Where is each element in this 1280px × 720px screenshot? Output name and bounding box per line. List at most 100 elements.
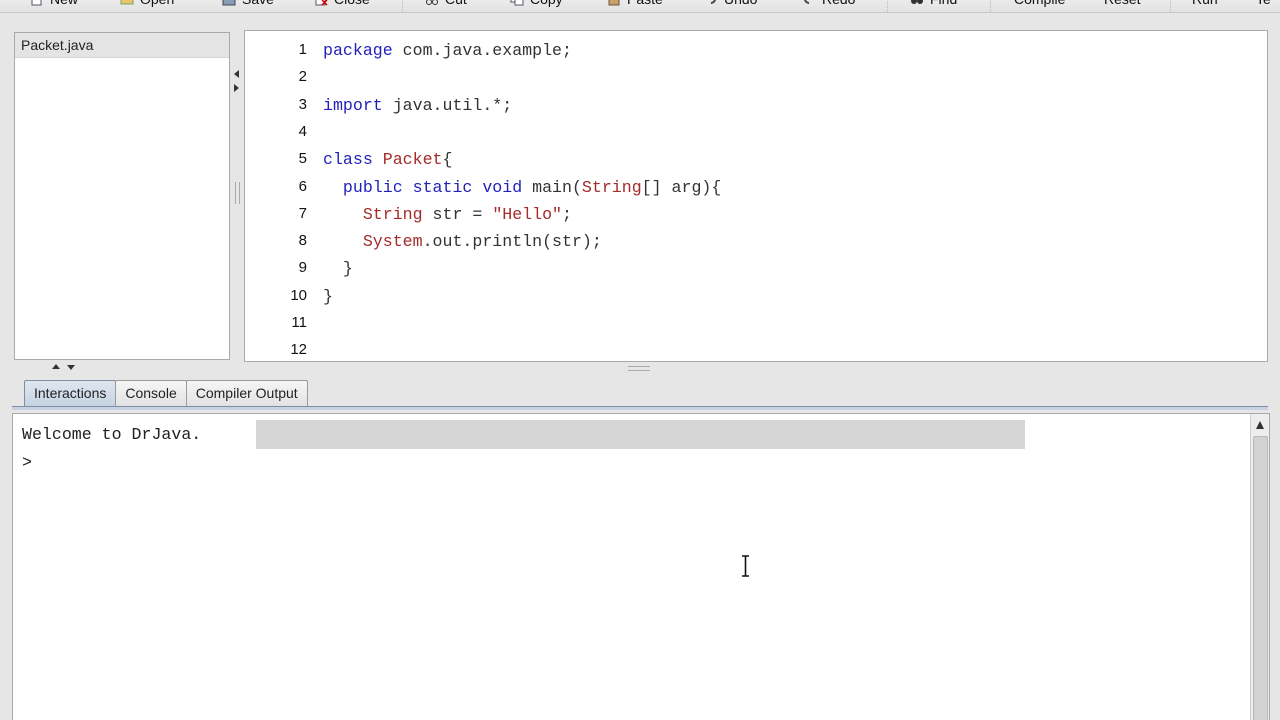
code-token: { <box>442 150 453 170</box>
code-line[interactable]: System.out.println(str); <box>323 231 602 253</box>
toolbar-button-label: Run <box>1192 0 1218 7</box>
toolbar-button-label: Save <box>242 0 274 7</box>
scroll-up-arrow-icon[interactable] <box>1256 421 1264 429</box>
code-editor[interactable]: 1 2 3 4 5 6 7 8 9 10 11 12 package com.java.example… <box>244 30 1268 362</box>
expand-right-arrow-icon[interactable] <box>234 84 239 92</box>
toolbar-new-button[interactable]: New <box>30 0 78 10</box>
code-line[interactable]: } <box>323 286 333 308</box>
paste-icon <box>607 0 621 6</box>
code-token: class <box>323 150 373 170</box>
redo-icon <box>802 0 816 6</box>
toolbar-button-label: Cut <box>445 0 467 7</box>
file-item-packet-java[interactable]: Packet.java <box>15 33 229 58</box>
toolbar-button-label: New <box>50 0 78 7</box>
line-number: 2 <box>298 68 307 86</box>
interactions-scrollbar[interactable] <box>1250 414 1269 720</box>
toolbar-run-button[interactable]: Run <box>1192 0 1218 10</box>
line-number: 7 <box>298 204 307 222</box>
tab-interactions[interactable]: Interactions <box>24 380 117 406</box>
toolbar-undo-button[interactable]: Undo <box>704 0 757 10</box>
vertical-split-divider[interactable] <box>229 32 243 360</box>
horizontal-split-divider[interactable] <box>0 361 1280 377</box>
code-line[interactable]: } <box>323 258 353 280</box>
code-area[interactable]: package com.java.example; import java.uti… <box>323 31 1267 361</box>
code-token: import <box>323 95 383 115</box>
welcome-message: Welcome to DrJava. <box>22 425 202 444</box>
code-line[interactable]: public static void main(String[] arg){ <box>323 177 721 199</box>
code-line[interactable]: String str = "Hello"; <box>323 204 572 226</box>
toolbar: New Open Save Close Cut Copy Paste Undo Redo Find… <box>0 0 1280 13</box>
code-token: java.util.*; <box>382 95 513 115</box>
line-number-gutter: 1 2 3 4 5 6 7 8 9 10 11 12 <box>245 31 313 361</box>
code-token: System <box>362 232 423 252</box>
expand-down-arrow-icon[interactable] <box>67 365 75 370</box>
toolbar-separator <box>402 0 403 12</box>
line-number: 5 <box>298 150 307 168</box>
code-token: [] arg){ <box>641 177 722 197</box>
repl-prompt[interactable]: > <box>22 451 32 475</box>
toolbar-button-label: Reset <box>1104 0 1141 7</box>
toolbar-button-label: Paste <box>627 0 663 7</box>
toolbar-separator <box>990 0 991 12</box>
line-number: 9 <box>298 259 307 277</box>
line-number: 8 <box>298 232 307 250</box>
text-cursor-icon <box>742 555 749 577</box>
toolbar-reset-button[interactable]: Reset <box>1104 0 1141 10</box>
toolbar-te-button[interactable]: Te <box>1256 0 1271 10</box>
collapse-up-arrow-icon[interactable] <box>52 364 60 369</box>
copy-icon <box>510 0 524 6</box>
toolbar-close-button[interactable]: Close <box>314 0 370 10</box>
line-number: 10 <box>290 286 307 304</box>
close-file-icon <box>314 0 328 6</box>
toolbar-paste-button[interactable]: Paste <box>607 0 663 10</box>
interactions-pane[interactable]: Welcome to DrJava. > <box>12 413 1270 720</box>
toolbar-button-label: Redo <box>822 0 855 7</box>
scissors-icon <box>425 0 439 6</box>
toolbar-button-label: Compile <box>1014 0 1065 7</box>
binoculars-icon <box>910 0 924 6</box>
toolbar-cut-button[interactable]: Cut <box>425 0 467 10</box>
toolbar-button-label: Find <box>930 0 957 7</box>
code-token: main( <box>522 177 582 197</box>
code-token: "Hello" <box>492 204 563 224</box>
toolbar-find-button[interactable]: Find <box>910 0 957 10</box>
code-token: public static void <box>342 177 523 197</box>
toolbar-open-button[interactable]: Open <box>120 0 174 10</box>
toolbar-separator <box>1170 0 1171 12</box>
line-number: 6 <box>298 177 307 195</box>
toolbar-save-button[interactable]: Save <box>222 0 274 10</box>
toolbar-redo-button[interactable]: Redo <box>802 0 855 10</box>
collapse-left-arrow-icon[interactable] <box>234 70 239 78</box>
open-folder-icon <box>120 0 134 6</box>
toolbar-button-label: Undo <box>724 0 757 7</box>
line-number: 11 <box>291 314 307 331</box>
code-token: } <box>323 286 333 306</box>
save-disk-icon <box>222 0 236 6</box>
new-file-icon <box>30 0 44 6</box>
tab-console[interactable]: Console <box>115 380 187 406</box>
code-line[interactable]: import java.util.*; <box>323 95 512 117</box>
scrollbar-thumb[interactable] <box>1253 436 1268 720</box>
toolbar-copy-button[interactable]: Copy <box>510 0 563 10</box>
divider-grip-icon[interactable] <box>235 182 240 204</box>
line-number: 3 <box>298 95 307 113</box>
toolbar-button-label: Open <box>140 0 174 7</box>
code-token: package <box>323 41 393 60</box>
code-token: str = <box>422 204 493 224</box>
divider-grip-icon[interactable] <box>628 366 650 371</box>
line-number: 4 <box>298 122 307 140</box>
code-token: com.java.example; <box>392 41 572 60</box>
line-highlight <box>256 420 1025 449</box>
code-line[interactable]: package com.java.example; <box>323 40 572 62</box>
toolbar-compile-button[interactable]: Compile <box>1014 0 1065 10</box>
drjava-window: New Open Save Close Cut Copy Paste Undo Redo Find… <box>0 0 1280 720</box>
code-line[interactable]: class Packet{ <box>323 149 452 171</box>
code-token: .out.println(str); <box>422 232 602 252</box>
code-token: ; <box>562 204 572 224</box>
tab-compiler-output[interactable]: Compiler Output <box>185 380 308 406</box>
line-number: 1 <box>298 41 307 58</box>
toolbar-button-label: Copy <box>530 0 563 7</box>
